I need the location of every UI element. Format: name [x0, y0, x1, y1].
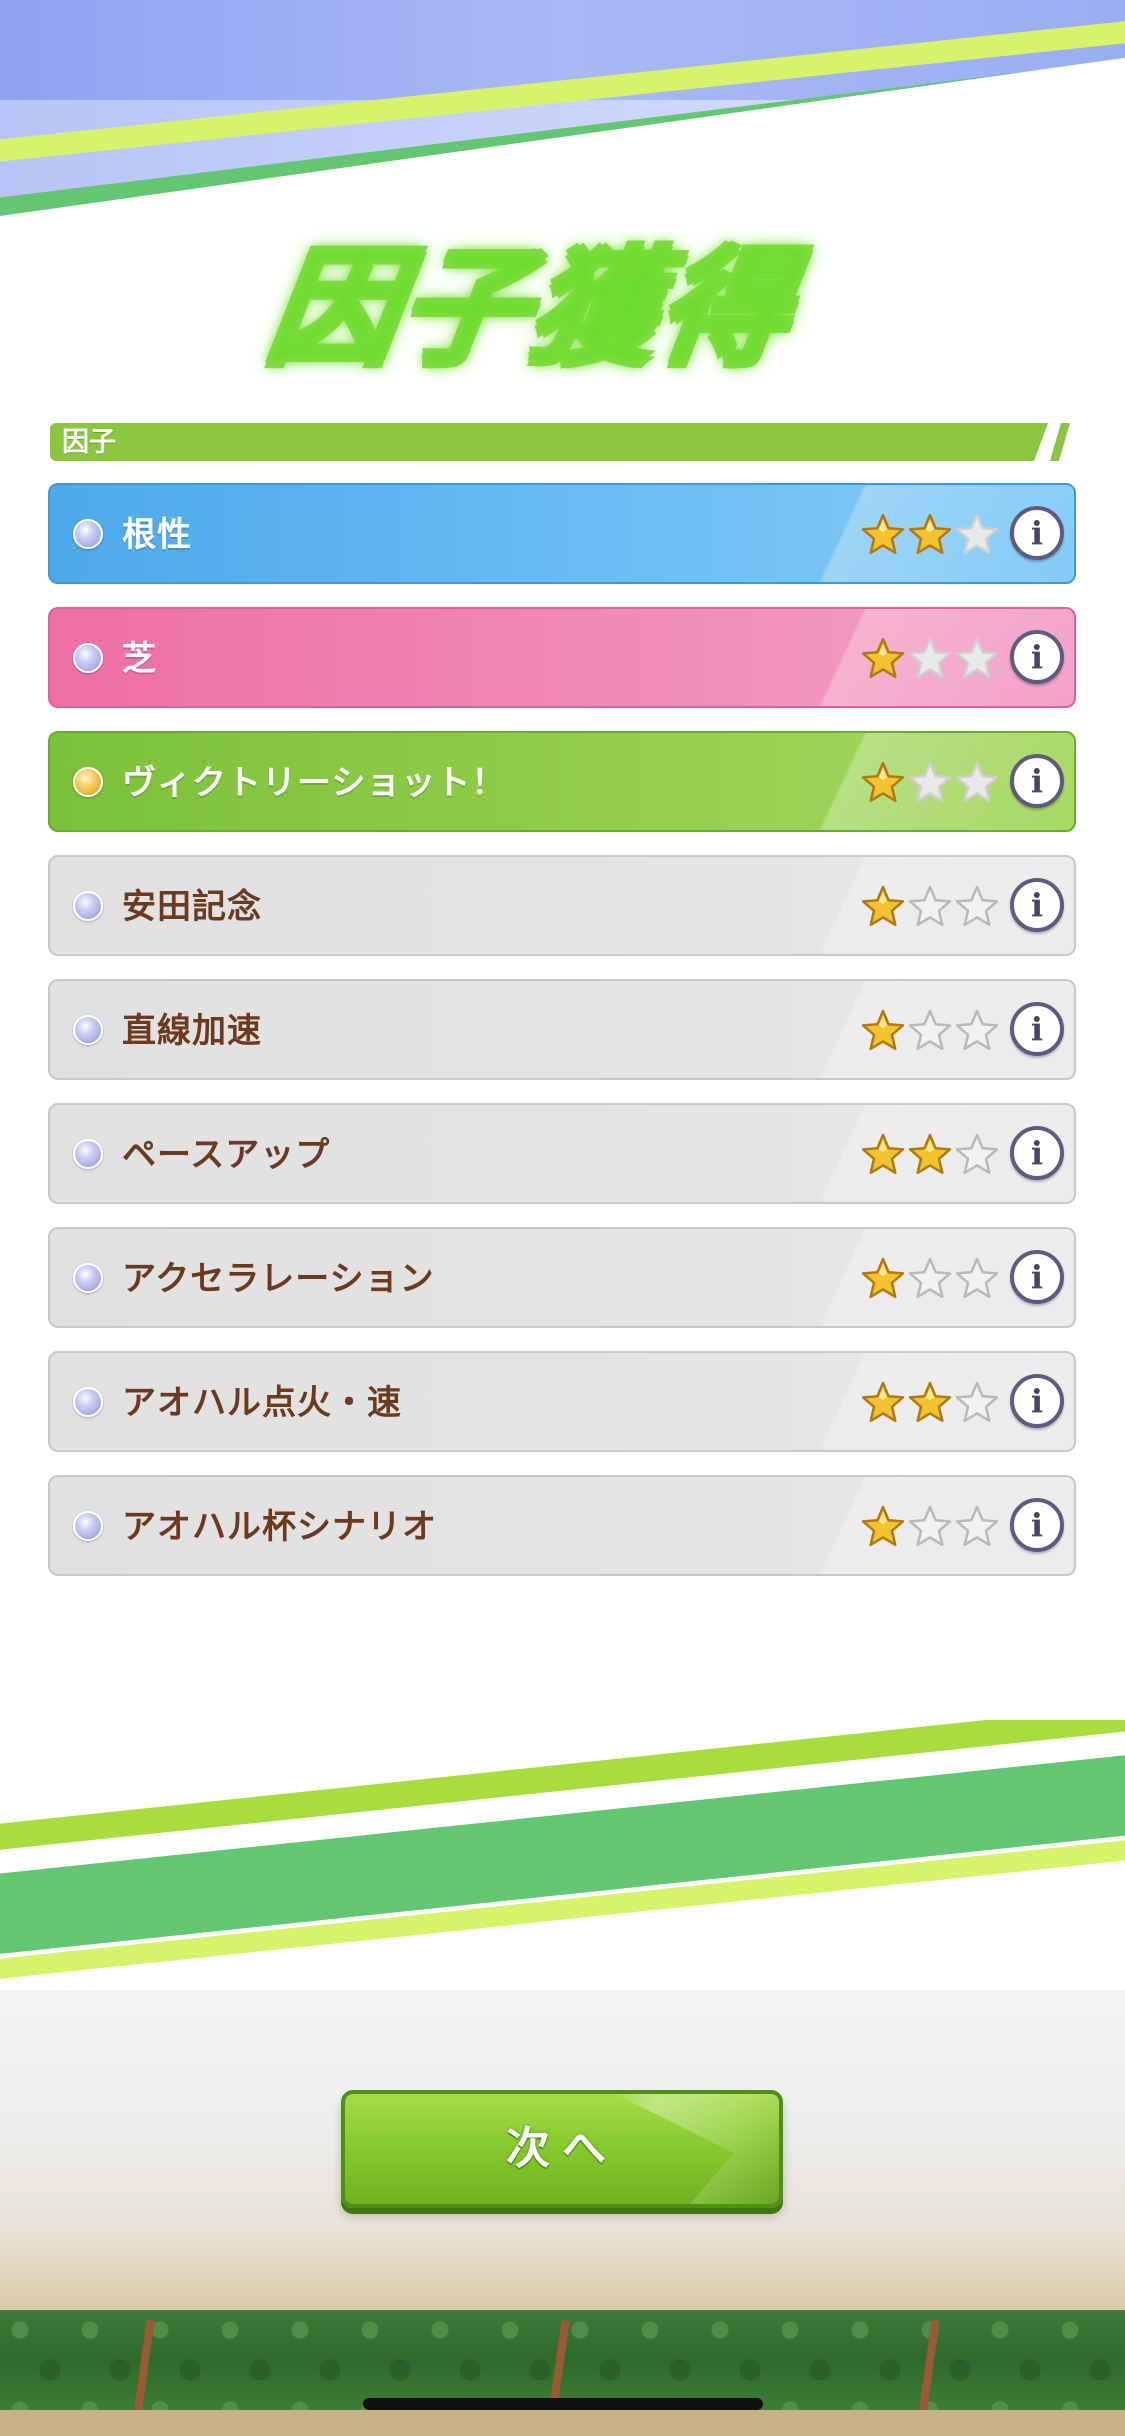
star-filled-icon — [861, 1133, 905, 1175]
factor-name: 根性 — [122, 515, 192, 555]
star-empty-icon — [955, 761, 999, 803]
gem-bullet-icon — [73, 1263, 103, 1293]
gem-bullet-icon — [73, 519, 103, 549]
star-rating — [860, 1504, 1000, 1550]
info-icon[interactable]: i — [1010, 630, 1064, 684]
star-filled-icon — [908, 1133, 952, 1175]
info-icon-glyph: i — [1030, 1010, 1044, 1048]
factor-name: アオハル点火・速 — [122, 1383, 402, 1423]
info-icon-glyph: i — [1030, 1506, 1044, 1544]
star-rating — [860, 1256, 1000, 1302]
info-icon-glyph: i — [1030, 514, 1044, 552]
star-empty-icon — [955, 1505, 999, 1547]
info-icon-glyph: i — [1030, 1134, 1044, 1172]
star-rating — [860, 884, 1000, 930]
info-icon-glyph: i — [1030, 638, 1044, 676]
gem-bullet-icon — [73, 643, 103, 673]
factor-row[interactable]: 芝i — [48, 607, 1076, 708]
star-filled-icon — [861, 1257, 905, 1299]
gem-bullet-icon — [73, 767, 103, 797]
home-indicator — [363, 2398, 763, 2410]
factor-name: ペースアップ — [122, 1135, 331, 1175]
info-icon-glyph: i — [1030, 762, 1044, 800]
gem-bullet-icon — [73, 1015, 103, 1045]
factor-name: 芝 — [122, 639, 157, 679]
bottom-scene — [0, 1720, 1125, 2436]
gem-bullet-icon — [73, 891, 103, 921]
star-empty-icon — [955, 1009, 999, 1051]
star-empty-icon — [908, 1257, 952, 1299]
info-icon[interactable]: i — [1010, 506, 1064, 560]
star-rating — [860, 512, 1000, 558]
page-title: 因子獲得 — [260, 235, 890, 385]
factor-row[interactable]: ヴィクトリーショット！ i — [48, 731, 1076, 832]
factor-name: アクセラレーション — [122, 1259, 435, 1299]
section-header-label: 因子 — [62, 427, 116, 458]
factor-row[interactable]: アオハル杯シナリオ i — [48, 1475, 1076, 1576]
star-empty-icon — [955, 513, 999, 555]
section-header: 因子 — [50, 423, 1075, 461]
factor-list: 根性 i 芝 i ヴィクトリーショット！ i 安田記念 i 直線加速 i ペースアップ i アクセラレー… — [48, 483, 1076, 1599]
star-empty-icon — [908, 637, 952, 679]
info-icon[interactable]: i — [1010, 1498, 1064, 1552]
factor-name: アオハル杯シナリオ — [122, 1507, 437, 1547]
star-empty-icon — [908, 1505, 952, 1547]
star-empty-icon — [908, 761, 952, 803]
star-filled-icon — [861, 1381, 905, 1423]
factor-row[interactable]: アオハル点火・速 i — [48, 1351, 1076, 1452]
factor-row[interactable]: 根性 i — [48, 483, 1076, 584]
gem-bullet-icon — [73, 1511, 103, 1541]
info-icon[interactable]: i — [1010, 1002, 1064, 1056]
star-empty-icon — [955, 885, 999, 927]
star-empty-icon — [955, 1133, 999, 1175]
info-icon[interactable]: i — [1010, 1126, 1064, 1180]
gem-bullet-icon — [73, 1387, 103, 1417]
star-filled-icon — [908, 1381, 952, 1423]
info-icon-glyph: i — [1030, 1382, 1044, 1420]
info-icon-glyph: i — [1030, 1258, 1044, 1296]
star-filled-icon — [861, 1009, 905, 1051]
gem-bullet-icon — [73, 1139, 103, 1169]
info-icon[interactable]: i — [1010, 1250, 1064, 1304]
star-rating — [860, 1008, 1000, 1054]
ground — [0, 2410, 1125, 2436]
next-button-label: 次へ — [506, 2123, 618, 2174]
star-rating — [860, 1380, 1000, 1426]
section-header-slash — [1050, 423, 1070, 461]
factor-row[interactable]: 直線加速 i — [48, 979, 1076, 1080]
star-filled-icon — [861, 1505, 905, 1547]
factor-name: 直線加速 — [122, 1011, 262, 1051]
factor-row[interactable]: 安田記念 i — [48, 855, 1076, 956]
factor-name: ヴィクトリーショット！ — [122, 763, 507, 803]
star-rating — [860, 760, 1000, 806]
star-filled-icon — [861, 885, 905, 927]
star-rating — [860, 1132, 1000, 1178]
factor-row[interactable]: ペースアップ i — [48, 1103, 1076, 1204]
section-header-bar — [50, 423, 1048, 461]
star-empty-icon — [908, 885, 952, 927]
star-empty-icon — [955, 1257, 999, 1299]
star-rating — [860, 636, 1000, 682]
star-empty-icon — [955, 637, 999, 679]
star-filled-icon — [908, 513, 952, 555]
star-filled-icon — [861, 761, 905, 803]
next-button[interactable]: 次へ — [341, 2090, 783, 2208]
page-title-text: 因子獲得 — [259, 235, 801, 384]
info-icon[interactable]: i — [1010, 878, 1064, 932]
star-filled-icon — [861, 637, 905, 679]
star-filled-icon — [861, 513, 905, 555]
info-icon-glyph: i — [1030, 886, 1044, 924]
info-icon[interactable]: i — [1010, 754, 1064, 808]
factor-row[interactable]: アクセラレーション i — [48, 1227, 1076, 1328]
star-empty-icon — [908, 1009, 952, 1051]
info-icon[interactable]: i — [1010, 1374, 1064, 1428]
factor-name: 安田記念 — [122, 887, 262, 927]
star-empty-icon — [955, 1381, 999, 1423]
